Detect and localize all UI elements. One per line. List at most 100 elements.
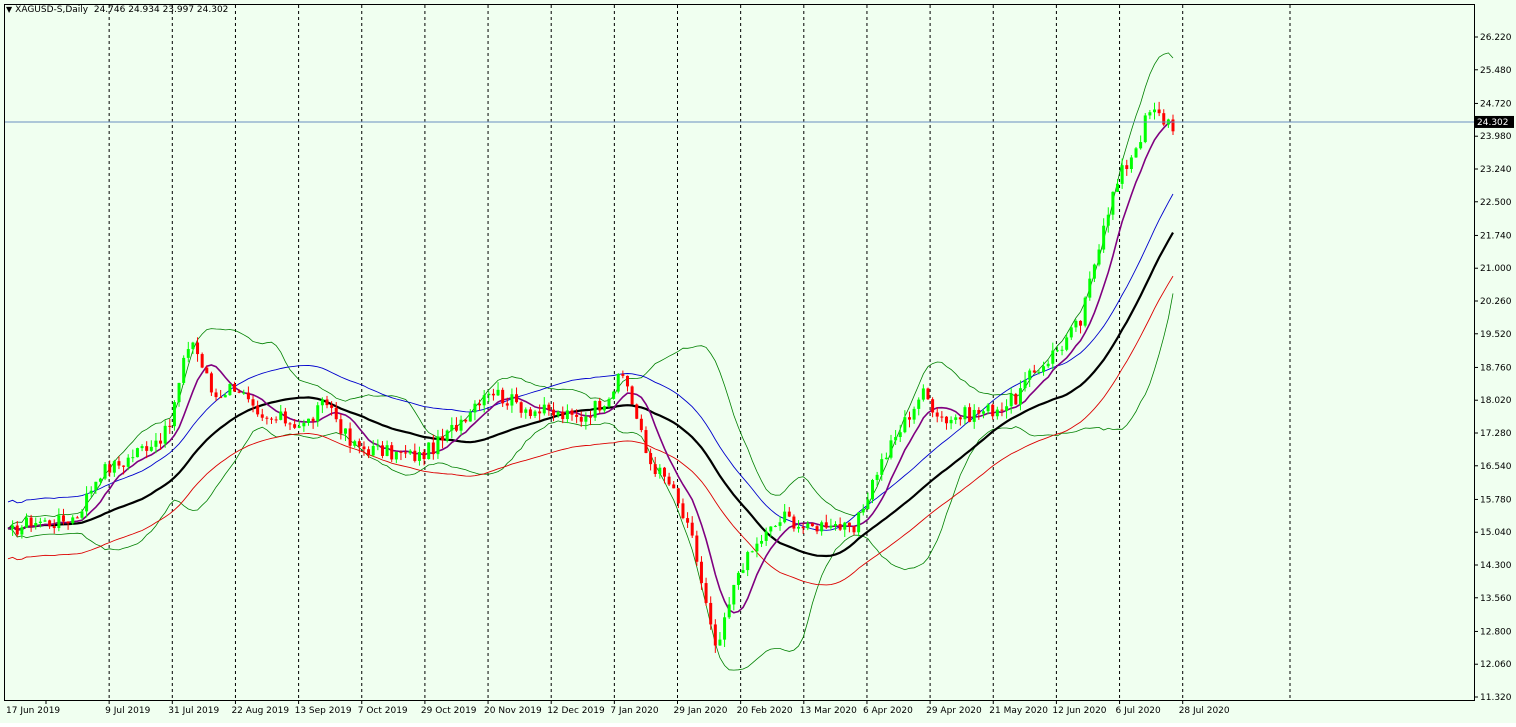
candle-bull — [98, 478, 102, 482]
y-tick-label: 15.780 — [1480, 495, 1512, 505]
candle-bear — [625, 375, 629, 387]
candle-bear — [690, 522, 694, 536]
collapse-triangle-icon[interactable]: ▼ — [6, 5, 12, 14]
candle-bear — [662, 467, 666, 477]
y-tick-label: 15.040 — [1480, 528, 1512, 538]
candle-bear — [61, 515, 65, 522]
candle-bull — [820, 522, 824, 532]
candle-bull — [903, 417, 907, 433]
y-tick-label: 25.480 — [1480, 66, 1512, 76]
candle-bull — [764, 531, 768, 541]
candle-bull — [427, 442, 431, 460]
candle-bull — [1116, 183, 1120, 192]
candle-bull — [80, 511, 84, 518]
candle-bull — [1065, 337, 1069, 350]
candle-bear — [644, 430, 648, 454]
x-tick-label: 13 Sep 2019 — [295, 706, 352, 716]
candle-bull — [732, 584, 736, 605]
candle-bear — [787, 511, 791, 517]
candle-bull — [981, 411, 985, 414]
candle-bear — [838, 524, 842, 530]
candle-bull — [177, 382, 181, 403]
y-tick-label: 21.000 — [1480, 264, 1512, 274]
candle-bear — [686, 518, 690, 523]
candle-bull — [750, 551, 754, 553]
candle-bear — [977, 409, 981, 414]
candle-bear — [676, 488, 680, 504]
candle-bear — [528, 409, 532, 416]
candle-bear — [579, 416, 583, 422]
y-tick-label: 23.240 — [1480, 165, 1512, 175]
candle-bull — [71, 517, 75, 524]
candle-bull — [1129, 157, 1133, 170]
candle-bear — [968, 407, 972, 422]
candle-bear — [214, 392, 218, 398]
candle-bear — [251, 399, 255, 406]
candle-bear — [824, 522, 828, 528]
candle-bull — [755, 543, 759, 552]
candle-bull — [20, 527, 24, 535]
price-chart[interactable]: 24.302 17 Jun 2019 9 Jul 2019 31 Jul 2019 2… — [0, 0, 1516, 723]
candle-bear — [575, 414, 579, 417]
candle-bear — [29, 517, 33, 526]
candle-bull — [510, 394, 514, 406]
y-tick-label: 20.260 — [1480, 297, 1512, 307]
candle-bear — [709, 602, 713, 625]
candle-bull — [889, 440, 893, 458]
candle-bull — [1028, 370, 1032, 380]
candle-bull — [223, 395, 227, 398]
x-tick-label: 20 Feb 2020 — [737, 706, 793, 716]
candle-bull — [103, 464, 107, 479]
candle-bull — [912, 408, 916, 420]
candle-bear — [598, 400, 602, 411]
candle-bear — [491, 393, 495, 396]
last-price-label: 24.302 — [1477, 118, 1509, 128]
candle-bull — [496, 389, 500, 396]
candle-bear — [380, 445, 384, 456]
x-tick-label: 29 Jan 2020 — [674, 706, 728, 716]
candle-bear — [270, 418, 274, 420]
candle-bull — [191, 342, 195, 350]
candle-bear — [944, 416, 948, 424]
candle-bull — [829, 525, 833, 528]
candle-bear — [205, 367, 209, 374]
candle-bull — [861, 508, 865, 513]
candle-bear — [293, 424, 297, 428]
x-tick-label: 22 Aug 2019 — [231, 706, 289, 716]
candle-bull — [834, 524, 838, 526]
candle-bull — [394, 451, 398, 460]
candle-bull — [450, 424, 454, 431]
candle-bear — [246, 392, 250, 400]
candle-bull — [741, 570, 745, 573]
y-tick-label: 19.520 — [1480, 330, 1512, 340]
candle-bear — [108, 464, 112, 473]
candle-bull — [376, 445, 380, 447]
candle-bear — [801, 526, 805, 529]
candle-bull — [316, 405, 320, 422]
candle-bear — [200, 354, 204, 368]
candle-bear — [991, 404, 995, 417]
candle-bull — [1139, 142, 1143, 149]
candle-bull — [1097, 249, 1101, 265]
candle-bear — [362, 446, 366, 450]
candle-bear — [931, 399, 935, 413]
chart-frame[interactable]: 24.302 17 Jun 2019 9 Jul 2019 31 Jul 2019 2… — [0, 0, 1516, 723]
candle-bull — [459, 419, 463, 431]
candle-bear — [589, 416, 592, 418]
candle-bear — [288, 423, 292, 425]
candle-bear — [75, 517, 79, 519]
candle-bull — [1018, 388, 1022, 405]
candle-bear — [464, 419, 468, 422]
candle-bull — [302, 422, 306, 427]
candle-bull — [154, 440, 158, 447]
candle-bull — [524, 409, 528, 413]
candle-bull — [1143, 115, 1147, 143]
candle-bear — [570, 410, 574, 415]
candle-bear — [672, 484, 676, 489]
candle-bull — [769, 526, 773, 532]
candle-bull — [1060, 349, 1064, 351]
candle-bull — [85, 493, 89, 512]
candle-bear — [639, 418, 643, 431]
candle-bear — [958, 417, 962, 420]
candle-bull — [468, 412, 472, 422]
